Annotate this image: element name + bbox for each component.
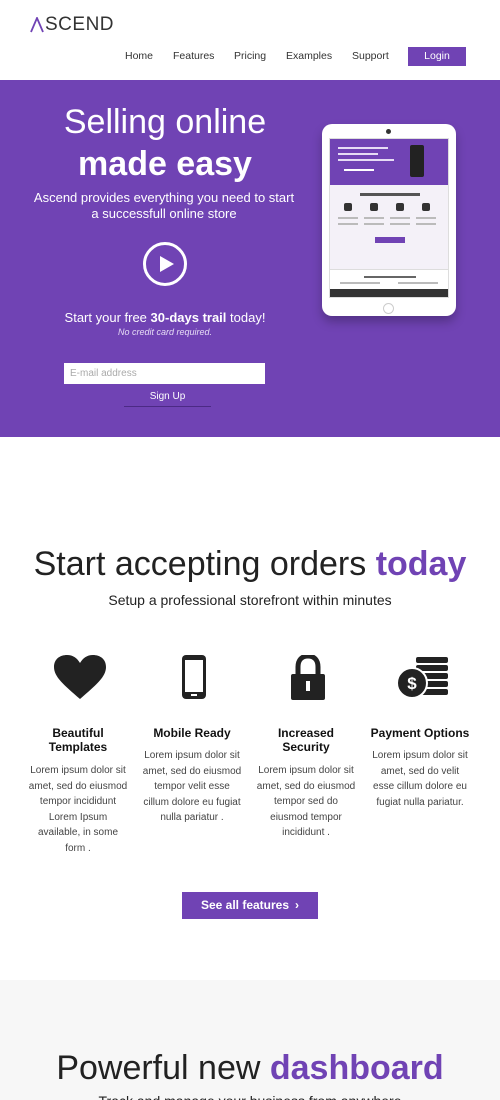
screen-line (338, 153, 378, 155)
see-all-features-button[interactable]: See all features › (182, 892, 318, 919)
feature-description: Lorem ipsum dolor sit amet, sed do velit… (372, 750, 468, 808)
features-section: Start accepting orders today Setup a pro… (0, 437, 500, 980)
features-title-accent: today (375, 545, 467, 583)
tablet-home-button (383, 303, 394, 314)
heart-icon (54, 655, 106, 699)
feature-name: Mobile Ready (153, 726, 231, 740)
tablet-camera (386, 129, 391, 134)
nav-features-link[interactable]: Features (173, 50, 214, 62)
tablet-mockup-image (322, 124, 456, 316)
screen-text (398, 282, 438, 284)
free-trial-text: Start your free 30-days trail today! (0, 310, 330, 326)
screen-title (360, 193, 420, 196)
features-subtitle: Setup a professional storefront within m… (108, 592, 392, 608)
screen-text (416, 217, 436, 219)
screen-icon (370, 203, 378, 211)
feature-name: Increased Security (277, 726, 335, 754)
screen-text (364, 217, 384, 219)
dollar-coins-icon: $ (396, 657, 448, 699)
no-credit-card-note: No credit card required. (117, 327, 213, 337)
dashboard-title-accent: dashboard (269, 1049, 444, 1087)
features-title: Start accepting orders today (0, 544, 500, 584)
screen-text (338, 223, 358, 225)
nav-home-link[interactable]: Home (125, 50, 153, 62)
screen-icon (422, 203, 430, 211)
sign-up-button[interactable]: Sign Up (124, 387, 211, 407)
features-title-plain: Start accepting orders (33, 545, 376, 583)
screen-hero-block (330, 139, 448, 185)
dashboard-title-plain: Powerful new (56, 1049, 270, 1087)
nav-pricing-link[interactable]: Pricing (234, 50, 266, 62)
screen-line (338, 159, 394, 161)
tablet-screen (329, 138, 449, 298)
hero-section: Selling online made easy Ascend provides… (0, 80, 500, 437)
dashboard-title: Powerful new dashboard (0, 1048, 500, 1088)
screen-line (344, 169, 374, 171)
hero-title-line2: made easy (78, 145, 252, 183)
screen-button (375, 237, 405, 243)
screen-text (364, 223, 384, 225)
feature-name: Payment Options (370, 726, 470, 740)
feature-name: Beautiful Templates (48, 726, 108, 754)
screen-text (416, 223, 436, 225)
screen-line (338, 147, 388, 149)
feature-description: Lorem ipsum dolor sit amet, sed do eiusm… (142, 750, 242, 823)
brand-logo-text: SCEND (45, 14, 115, 35)
hero-description: Ascend provides everything you need to s… (33, 190, 295, 221)
email-field[interactable] (64, 363, 265, 384)
screen-text (364, 276, 416, 278)
login-button[interactable]: Login (408, 47, 466, 66)
hero-title-line1: Selling online (63, 103, 267, 141)
screen-text (390, 217, 410, 219)
see-all-label: See all features (200, 898, 290, 912)
trial-duration: 30-days trail (150, 310, 227, 325)
brand-logo[interactable]: SCEND (30, 14, 114, 36)
screen-text (390, 223, 410, 225)
chevron-right-icon: › (295, 898, 300, 912)
screen-phone-graphic (410, 145, 424, 177)
site-header: SCEND Home Features Pricing Examples Sup… (0, 0, 500, 80)
dashboard-section: Powerful new dashboard Track and manage … (0, 980, 500, 1100)
feature-description: Lorem ipsum dolor sit amet, sed do eiusm… (256, 765, 356, 838)
screen-text (338, 217, 358, 219)
trial-prefix: Start your free (64, 310, 151, 325)
lock-icon (291, 655, 325, 700)
play-video-button[interactable] (143, 242, 187, 286)
logo-a-icon (30, 17, 44, 33)
dashboard-subtitle: Track and manage your business from anyw… (0, 1092, 500, 1100)
screen-icon (344, 203, 352, 211)
nav-examples-link[interactable]: Examples (286, 50, 332, 62)
feature-description: Lorem ipsum dolor sit amet, sed do eiusm… (28, 765, 128, 854)
screen-icon (396, 203, 404, 211)
trial-suffix: today! (226, 310, 266, 325)
mobile-phone-icon (182, 655, 206, 699)
play-icon (160, 256, 174, 272)
svg-text:$: $ (407, 674, 417, 693)
nav-support-link[interactable]: Support (352, 50, 389, 62)
screen-dark-bar (330, 289, 448, 297)
screen-text (340, 282, 380, 284)
